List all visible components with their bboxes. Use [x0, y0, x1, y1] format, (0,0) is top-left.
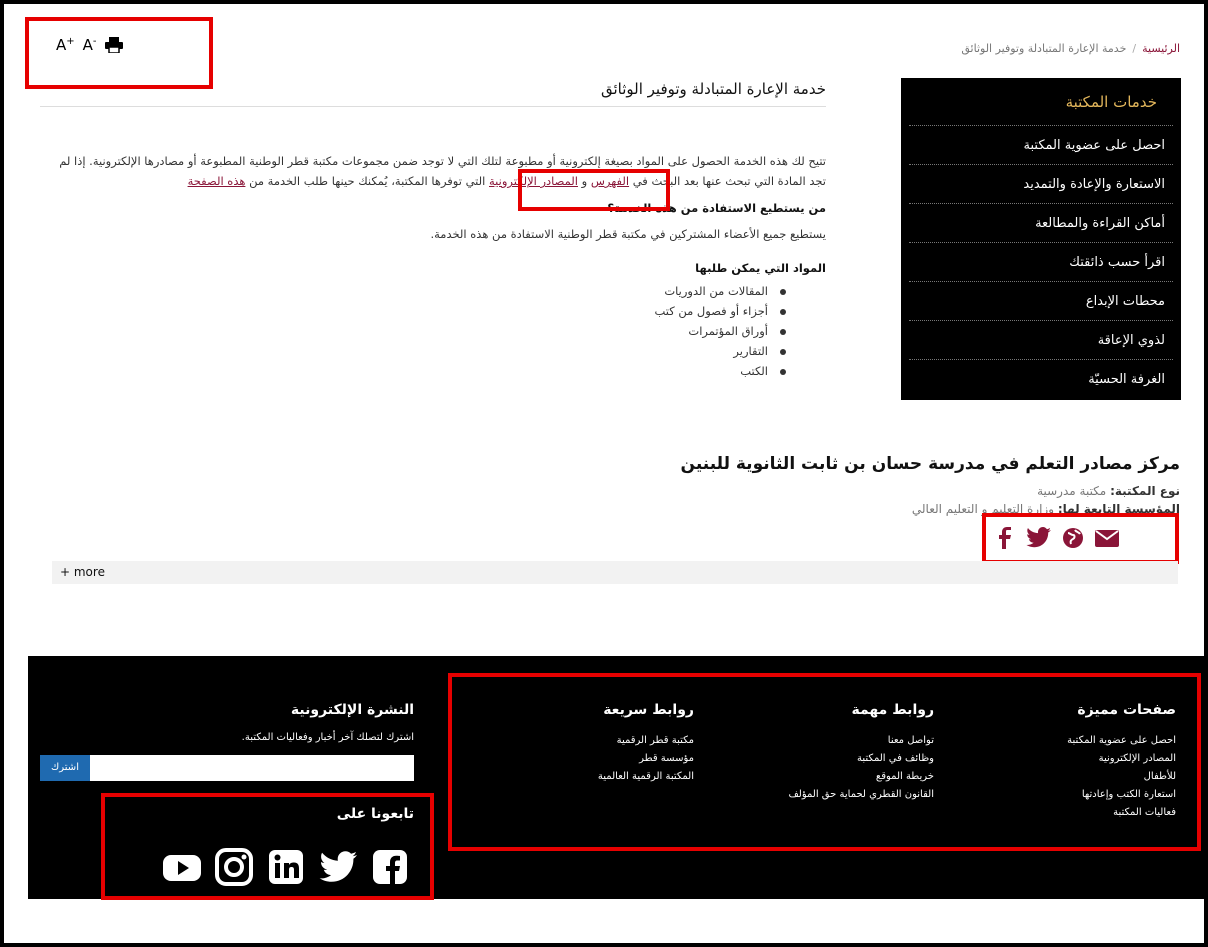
- breadcrumb-current: خدمة الإعارة المتبادلة وتوفير الوثائق: [961, 42, 1127, 55]
- newsletter-text: اشترك لتصلك آخر أخبار وفعاليات المكتبة.: [241, 732, 414, 743]
- sidebar: خدمات المكتبة احصل على عضوية المكتبة الا…: [901, 78, 1181, 400]
- center-social-icons: [992, 527, 1120, 549]
- newsletter-title: النشرة الإلكترونية: [290, 702, 414, 718]
- font-increase-button[interactable]: A+: [56, 36, 75, 54]
- intro-paragraph: تتيح لك هذه الخدمة الحصول على المواد بصي…: [59, 154, 826, 188]
- center-title: مركز مصادر التعلم في مدرسة حسان بن ثابت …: [680, 454, 1180, 474]
- catalog-link[interactable]: الفهرس: [591, 174, 629, 188]
- breadcrumb-separator: /: [1132, 42, 1137, 55]
- footer-quick-title: روابط سريعة: [603, 702, 694, 718]
- materials-list: المقالات من الدوريات أجزاء أو فصول من كت…: [40, 281, 826, 381]
- more-button[interactable]: + more: [52, 561, 1178, 584]
- footer-link[interactable]: فعاليات المكتبة: [1067, 804, 1176, 822]
- sidebar-item-disabilities[interactable]: لذوي الإعاقة: [909, 321, 1173, 360]
- list-item: أوراق المؤتمرات: [40, 321, 786, 341]
- footer-link[interactable]: مكتبة قطر الرقمية: [598, 732, 694, 750]
- page-title: خدمة الإعارة المتبادلة وتوفير الوثائق: [40, 80, 826, 107]
- breadcrumb-home[interactable]: الرئيسية: [1142, 42, 1180, 55]
- footer-link[interactable]: القانون القطري لحماية حق المؤلف: [788, 786, 934, 804]
- footer-link[interactable]: احصل على عضوية المكتبة: [1067, 732, 1176, 750]
- sidebar-item-reading-places[interactable]: أماكن القراءة والمطالعة: [909, 204, 1173, 243]
- globe-icon[interactable]: [1060, 527, 1086, 549]
- list-item: المقالات من الدوريات: [40, 281, 786, 301]
- page: A+ A- الرئيسية / خدمة الإعارة المتبادلة وت…: [4, 4, 1204, 943]
- footer-link[interactable]: تواصل معنا: [788, 732, 934, 750]
- footer-link[interactable]: المصادر الإلكترونية: [1067, 750, 1176, 768]
- who-heading: من يستطيع الاستفادة من هذه الخدمة؟: [607, 201, 826, 215]
- request-page-link[interactable]: هذه الصفحة: [188, 174, 246, 188]
- library-type: نوع المكتبة: مكتبة مدرسية: [1037, 484, 1180, 498]
- footer-quick: روابط سريعة مكتبة قطر الرقمية مؤسسة قطر …: [598, 702, 694, 786]
- main-content: خدمة الإعارة المتبادلة وتوفير الوثائق تت…: [40, 80, 826, 381]
- sidebar-item-creativity[interactable]: محطات الإبداع: [909, 282, 1173, 321]
- email-icon[interactable]: [1094, 527, 1120, 549]
- newsletter-email-input[interactable]: [90, 755, 414, 781]
- twitter-icon[interactable]: [317, 848, 359, 886]
- who-text: يستطيع جميع الأعضاء المشتركين في مكتبة ق…: [430, 227, 826, 241]
- font-decrease-button[interactable]: A-: [83, 36, 97, 54]
- footer-link[interactable]: خريطة الموقع: [788, 768, 934, 786]
- footer-link[interactable]: مؤسسة قطر: [598, 750, 694, 768]
- linkedin-icon[interactable]: [265, 848, 307, 886]
- breadcrumb: الرئيسية / خدمة الإعارة المتبادلة وتوفير ا…: [961, 42, 1180, 55]
- footer-newsletter: النشرة الإلكترونية اشترك لتصلك آخر أخبار…: [34, 702, 414, 781]
- sidebar-item-membership[interactable]: احصل على عضوية المكتبة: [909, 126, 1173, 165]
- list-item: التقارير: [40, 341, 786, 361]
- sidebar-item-sensory-room[interactable]: الغرفة الحسيّة: [909, 360, 1173, 399]
- facebook-icon[interactable]: [992, 527, 1018, 549]
- footer-link[interactable]: للأطفال: [1067, 768, 1176, 786]
- library-organization: المؤسسة التابعة لها: وزارة التعليم و الت…: [911, 502, 1180, 516]
- subscribe-button[interactable]: اشترك: [40, 755, 90, 781]
- footer-link[interactable]: المكتبة الرقمية العالمية: [598, 768, 694, 786]
- footer-featured: صفحات مميزة احصل على عضوية المكتبة المصا…: [1067, 702, 1176, 822]
- materials-heading: المواد التي يمكن طلبها: [695, 261, 826, 275]
- print-icon[interactable]: [104, 37, 123, 53]
- sidebar-title: خدمات المكتبة: [909, 78, 1173, 126]
- youtube-icon[interactable]: [161, 848, 203, 886]
- facebook-icon[interactable]: [369, 848, 411, 886]
- list-item: الكتب: [40, 361, 786, 381]
- library-center: مركز مصادر التعلم في مدرسة حسان بن ثابت …: [480, 454, 1180, 516]
- instagram-icon[interactable]: [213, 848, 255, 886]
- font-tools: A+ A-: [56, 36, 123, 54]
- twitter-icon[interactable]: [1026, 527, 1052, 549]
- follow-us-title: تابعونا على: [336, 806, 414, 822]
- footer-important: روابط مهمة تواصل معنا وظائف في المكتبة خ…: [788, 702, 934, 804]
- sidebar-item-read-by-taste[interactable]: اقرأ حسب ذائقتك: [909, 243, 1173, 282]
- footer-social-icons: [161, 848, 411, 886]
- sidebar-item-borrowing[interactable]: الاستعارة والإعادة والتمديد: [909, 165, 1173, 204]
- footer-link[interactable]: وظائف في المكتبة: [788, 750, 934, 768]
- footer-link[interactable]: استعارة الكتب وإعادتها: [1067, 786, 1176, 804]
- subscribe-form: اشترك: [40, 755, 414, 781]
- footer-featured-title: صفحات مميزة: [1077, 702, 1176, 718]
- footer-important-title: روابط مهمة: [851, 702, 934, 718]
- eresources-link[interactable]: المصادر الإلكترونية: [489, 174, 578, 188]
- list-item: أجزاء أو فصول من كتب: [40, 301, 786, 321]
- footer: صفحات مميزة احصل على عضوية المكتبة المصا…: [28, 656, 1204, 899]
